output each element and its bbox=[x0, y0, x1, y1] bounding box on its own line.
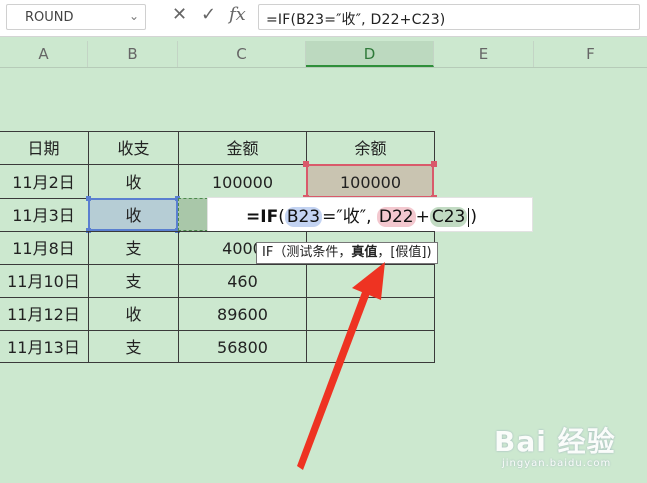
watermark-main: Bai 经验 bbox=[494, 425, 616, 458]
watermark-logo: Bai 经验 jingyan.baidu.com bbox=[490, 420, 640, 475]
watermark-url: jingyan.baidu.com bbox=[502, 458, 612, 469]
annotation-arrow-icon bbox=[297, 262, 385, 470]
